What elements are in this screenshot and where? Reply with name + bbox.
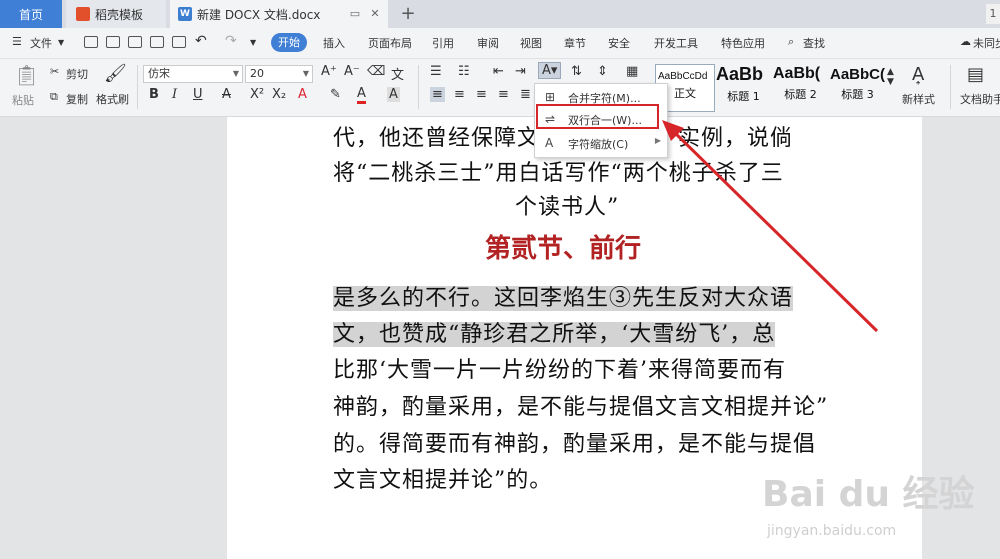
watermark-url: jingyan.baidu.com [767, 523, 897, 539]
watermark: Bai du 经验 jingyan.baidu.com [757, 455, 977, 555]
watermark-brand: Bai du 经验 [762, 474, 975, 515]
